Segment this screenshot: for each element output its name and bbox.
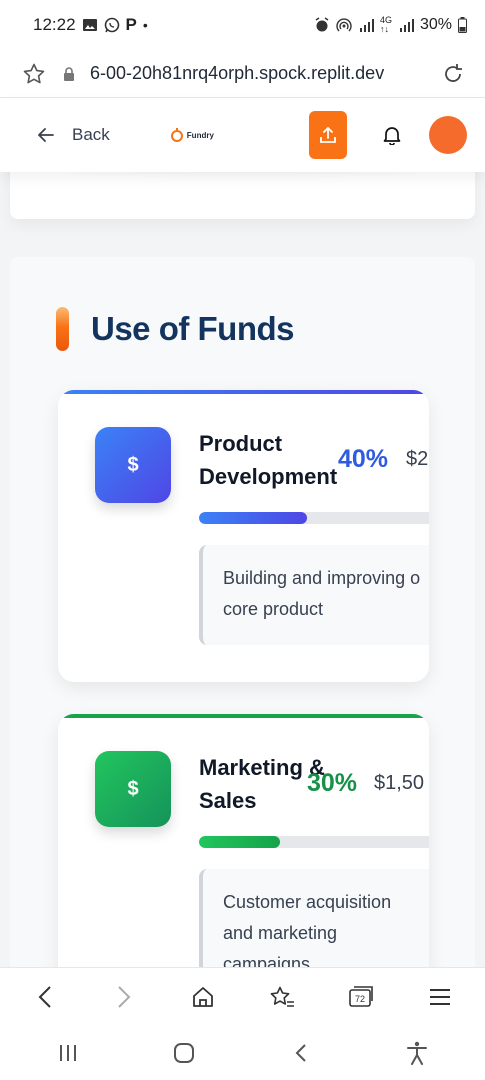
status-time: 12:22 xyxy=(33,15,76,34)
fund-progress-bar xyxy=(199,512,429,524)
fund-description-line: Building and improving o xyxy=(223,568,421,588)
fund-amount: $2 xyxy=(406,448,429,470)
fund-description-line: core product xyxy=(223,599,324,619)
image-icon xyxy=(82,19,97,31)
logo-icon xyxy=(170,128,183,142)
section-header: Use of Funds xyxy=(56,307,295,351)
fund-progress-fill xyxy=(199,512,307,524)
previous-card xyxy=(10,172,475,219)
fund-description: Customer acquisition and marketing campa… xyxy=(199,869,429,967)
forward-icon[interactable] xyxy=(104,977,144,1017)
logo-text: Fundry xyxy=(186,130,214,140)
fund-description-line: and marketing xyxy=(223,923,338,943)
star-bookmark-icon[interactable] xyxy=(22,62,46,86)
reload-icon[interactable] xyxy=(441,62,465,86)
card-top-bar xyxy=(58,714,429,718)
back-button[interactable]: Back xyxy=(38,125,110,145)
status-left: 12:22 P • xyxy=(33,15,148,35)
tabs-icon[interactable]: 72 xyxy=(341,977,381,1017)
tabs-count: 72 xyxy=(355,994,365,1004)
page-content: Use of Funds $ Product Development 40% $… xyxy=(0,172,485,967)
whatsapp-icon xyxy=(104,17,119,33)
dollar-icon: $ xyxy=(95,751,171,827)
fund-percent: 30% xyxy=(307,769,358,797)
lock-icon xyxy=(64,66,74,81)
fund-percent: 40% xyxy=(338,445,389,473)
back-nav-icon[interactable] xyxy=(281,1033,321,1073)
home-icon[interactable] xyxy=(183,977,223,1017)
dot-icon: • xyxy=(142,17,148,33)
back-label: Back xyxy=(72,125,110,144)
fund-card-product-development: $ Product Development 40% $2 Building an… xyxy=(58,390,429,682)
dollar-symbol: $ xyxy=(127,453,139,476)
card-top-bar xyxy=(58,390,429,394)
fund-progress-fill xyxy=(199,836,280,848)
title-accent-bar xyxy=(56,307,69,351)
fund-amount: $1,50 xyxy=(374,772,425,794)
share-button[interactable] xyxy=(309,111,347,159)
url-bar: 6-00-20h81nrq4orph.spock.replit.dev xyxy=(0,50,485,98)
status-bar: 12:22 P • 4G ↑↓ 30% xyxy=(0,0,485,50)
browser-bottom-nav: 72 xyxy=(0,967,485,1025)
battery-icon xyxy=(458,17,467,33)
p-icon: P xyxy=(125,15,137,34)
recents-icon[interactable] xyxy=(48,1033,88,1073)
upload-icon xyxy=(320,127,336,143)
system-nav-bar xyxy=(0,1025,485,1080)
dollar-symbol: $ xyxy=(127,777,139,800)
fund-description: Building and improving o core product xyxy=(199,545,429,645)
menu-icon[interactable] xyxy=(420,977,460,1017)
fund-card-marketing-sales: $ Marketing & Sales 30% $1,50 Customer a… xyxy=(58,714,429,967)
fund-description-line: Customer acquisition xyxy=(223,892,392,912)
status-right: 4G ↑↓ 30% xyxy=(314,16,467,34)
fund-name: Product Development xyxy=(199,431,338,489)
accessibility-icon[interactable] xyxy=(397,1033,437,1073)
4g-icon: 4G ↑↓ xyxy=(379,15,392,34)
avatar[interactable] xyxy=(429,116,467,154)
use-of-funds-section: Use of Funds $ Product Development 40% $… xyxy=(10,257,475,967)
bell-icon[interactable] xyxy=(383,125,401,145)
arrow-left-icon xyxy=(38,128,54,142)
fund-description-line: campaigns xyxy=(223,954,311,967)
dollar-icon: $ xyxy=(95,427,171,503)
home-button-icon[interactable] xyxy=(164,1033,204,1073)
fund-progress-bar xyxy=(199,836,429,848)
url-text[interactable]: 6-00-20h81nrq4orph.spock.replit.dev xyxy=(90,63,384,84)
bookmark-add-icon[interactable] xyxy=(262,977,302,1017)
hotspot-icon xyxy=(336,18,352,32)
app-header: Back Fundry xyxy=(0,98,485,172)
signal-icon xyxy=(359,19,374,32)
signal-icon-2 xyxy=(399,19,414,32)
battery-text: 30% xyxy=(419,16,452,33)
logo[interactable]: Fundry xyxy=(170,128,214,142)
back-icon[interactable] xyxy=(25,977,65,1017)
alarm-icon xyxy=(315,17,329,32)
section-title: Use of Funds xyxy=(91,310,295,347)
